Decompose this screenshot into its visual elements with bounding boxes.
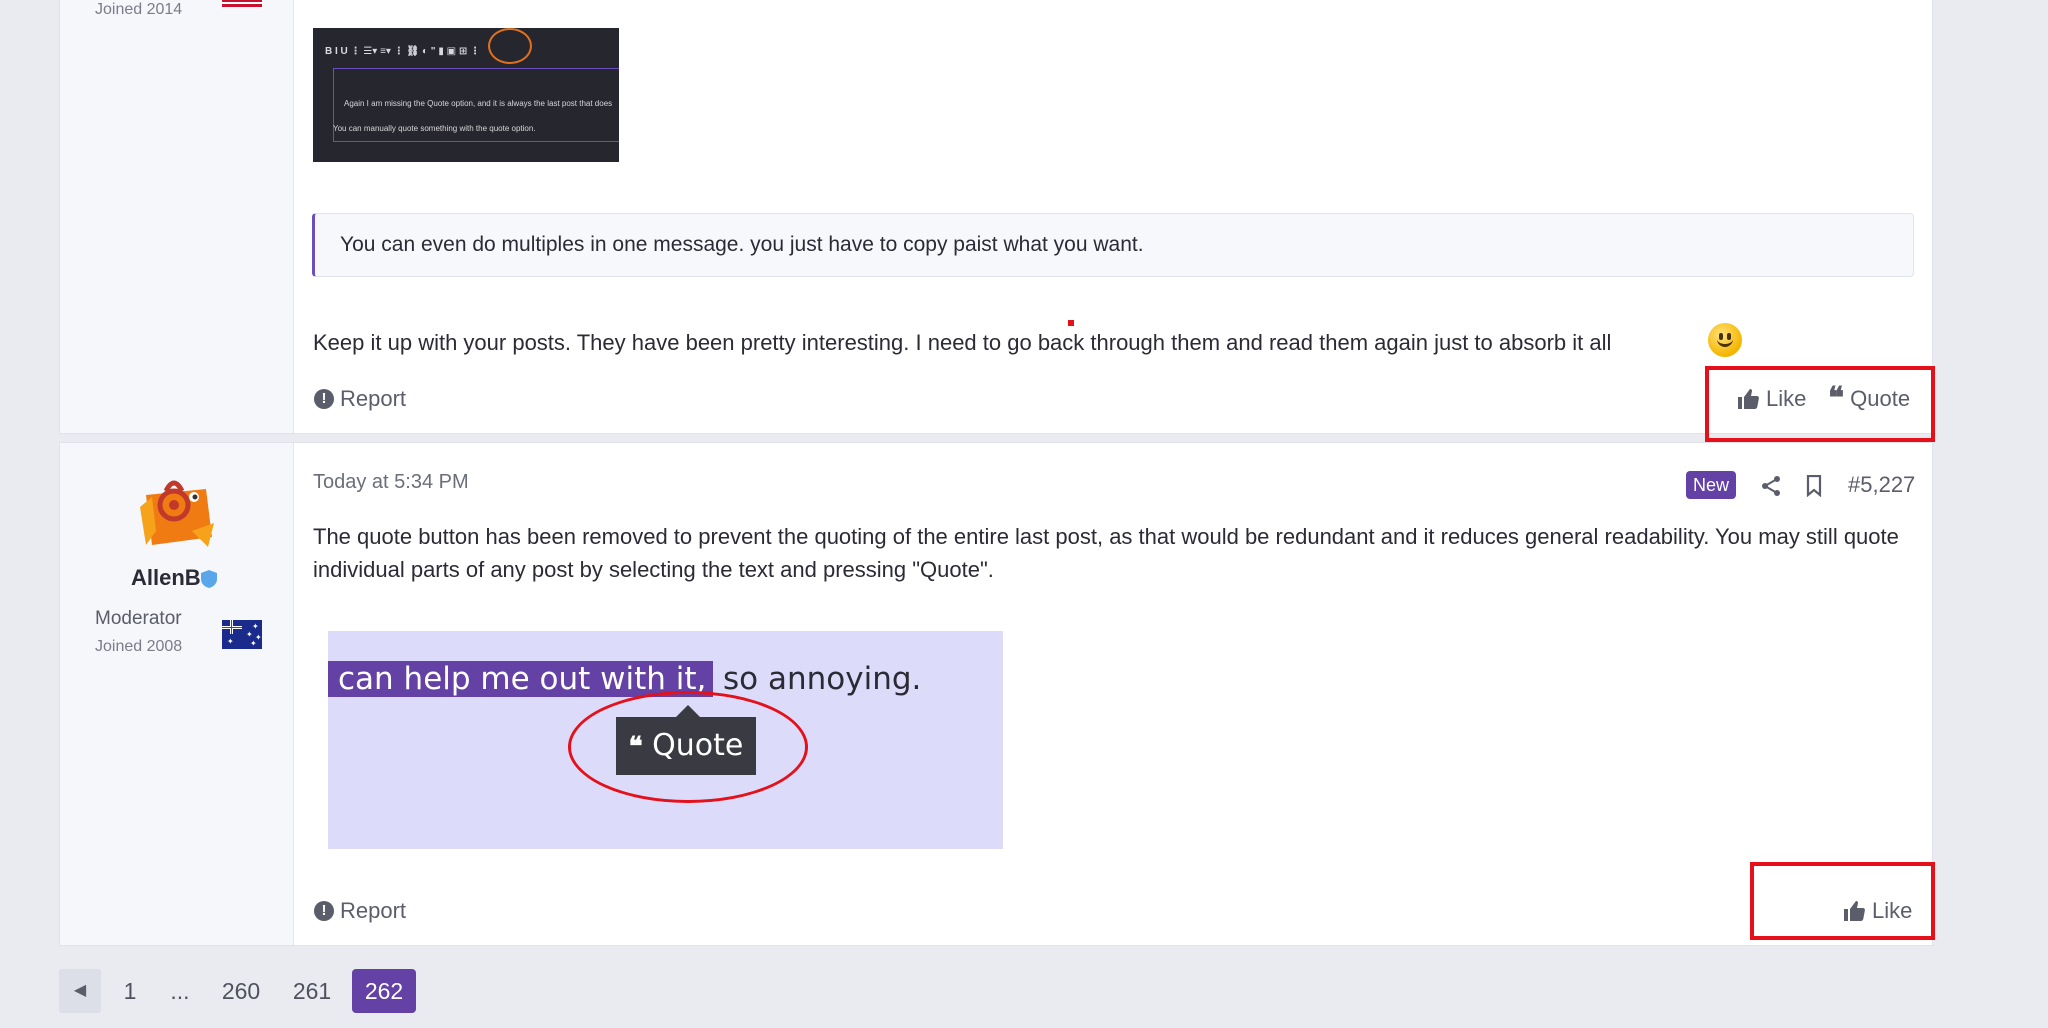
- post-date[interactable]: Today at 5:34 PM: [313, 471, 469, 494]
- report-button[interactable]: ! Report: [314, 386, 406, 412]
- post-number-link[interactable]: #5,227: [1848, 472, 1915, 498]
- caret-left-icon: ◀: [73, 982, 87, 999]
- user-pane: AllenB Moderator Joined 2008 ✦ ✦ ✦ ✦ ✦: [60, 443, 294, 945]
- screenshot-text: Again I am missing the Quote option, and…: [344, 99, 613, 108]
- alert-icon: !: [314, 389, 334, 409]
- report-button[interactable]: ! Report: [314, 898, 406, 924]
- page-link[interactable]: 1: [112, 969, 148, 1013]
- page-link[interactable]: 260: [216, 969, 266, 1013]
- screenshot-text: so annoying.: [723, 661, 922, 697]
- alert-icon: !: [314, 901, 334, 921]
- editor-toolbar: B I U ⋮ ☰▾ ≡▾ ⋮ ⛓ ◐ " ▮ ▣ ⊞ ⋮: [325, 46, 480, 57]
- smile-emoji-icon: [1708, 323, 1742, 357]
- highlighted-text: can help me out with it,: [338, 661, 707, 697]
- annotation-box: [1750, 862, 1935, 940]
- country-flag: [222, 0, 262, 7]
- username[interactable]: AllenB: [131, 565, 201, 591]
- post-body: The quote button has been removed to pre…: [313, 524, 1899, 582]
- australia-flag-icon: ✦ ✦ ✦ ✦ ✦: [222, 620, 262, 649]
- red-dot-marker: [1068, 320, 1074, 326]
- post-body: Keep it up with your posts. They have be…: [313, 330, 1612, 355]
- user-role: Moderator: [95, 608, 182, 629]
- joined-date: Joined 2014: [95, 1, 183, 18]
- joined-date: Joined 2008: [95, 638, 183, 655]
- annotation-box: [1705, 366, 1935, 442]
- attached-screenshot-quote-tooltip[interactable]: can help me out with it, so annoying. ❝ …: [328, 631, 1003, 849]
- bookmark-icon[interactable]: [1806, 474, 1822, 498]
- quote-block: You can even do multiples in one message…: [312, 213, 1914, 277]
- report-label: Report: [340, 386, 407, 411]
- page-current[interactable]: 262: [352, 969, 416, 1013]
- user-pane: Joined 2014: [60, 0, 294, 433]
- annotation-circle: [568, 691, 808, 803]
- quote-text: You can even do multiples in one message…: [340, 233, 1144, 256]
- annotation-circle: [488, 28, 532, 64]
- new-badge: New: [1686, 471, 1737, 499]
- report-label: Report: [340, 898, 407, 923]
- verified-shield-icon: [201, 570, 217, 588]
- attached-screenshot-editor[interactable]: B I U ⋮ ☰▾ ≡▾ ⋮ ⛓ ◐ " ▮ ▣ ⊞ ⋮ Again I am…: [313, 28, 619, 162]
- avatar[interactable]: [136, 467, 218, 549]
- page-link[interactable]: 261: [286, 969, 338, 1013]
- screenshot-text: You can manually quote something with th…: [333, 124, 536, 133]
- share-icon[interactable]: [1761, 475, 1781, 497]
- page-ellipsis[interactable]: ...: [160, 969, 200, 1013]
- pagination-prev-button[interactable]: ◀: [59, 969, 101, 1013]
